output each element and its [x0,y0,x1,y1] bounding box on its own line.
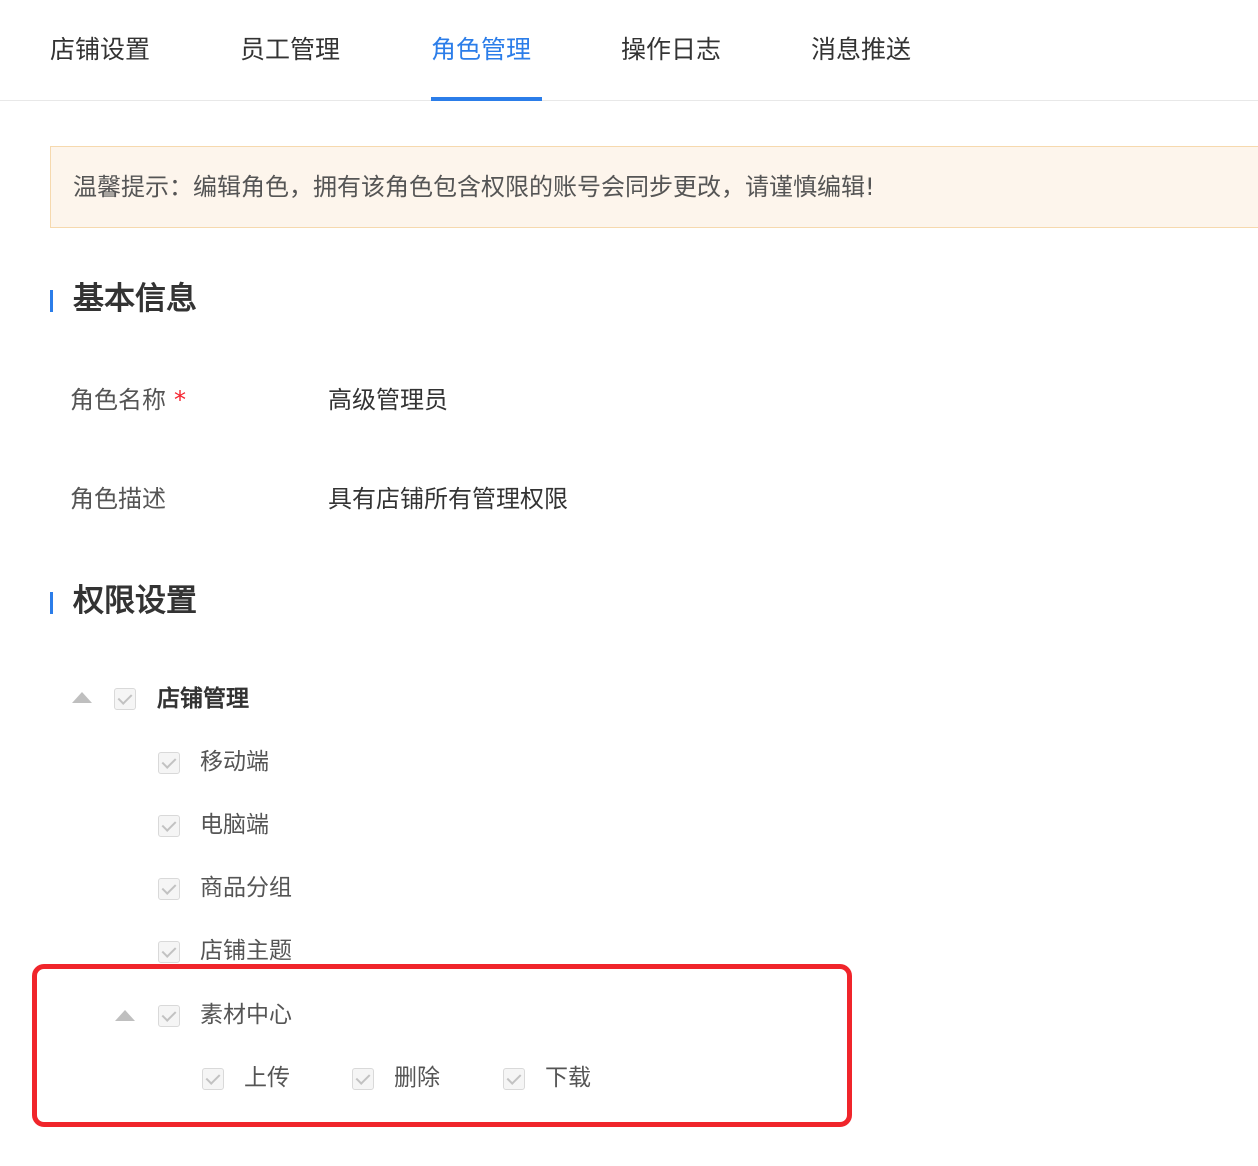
tab-operation-log[interactable]: 操作日志 [621,32,721,68]
tab-role-management[interactable]: 角色管理 [431,32,531,68]
checkbox-store-management[interactable] [114,688,136,710]
tab-bar: 店铺设置 员工管理 角色管理 操作日志 消息推送 [0,0,1258,101]
section-title-basic-info: 基本信息 [73,281,197,317]
tree-node-desktop: 电脑端 [200,812,269,838]
notice-text: 温馨提示：编辑角色，拥有该角色包含权限的账号会同步更改，请谨慎编辑! [73,173,875,201]
tree-node-store-theme: 店铺主题 [200,938,292,964]
role-desc-value: 具有店铺所有管理权限 [328,485,568,513]
tree-node-store-management: 店铺管理 [157,686,249,712]
checkbox-desktop[interactable] [158,815,180,837]
caret-up-icon[interactable] [72,692,92,703]
section-marker [50,290,53,312]
section-title-permissions: 权限设置 [73,583,197,619]
checkbox-product-groups[interactable] [158,878,180,900]
section-marker [50,592,53,614]
checkbox-mobile[interactable] [158,752,180,774]
notice-banner: 温馨提示：编辑角色，拥有该角色包含权限的账号会同步更改，请谨慎编辑! [50,146,1258,228]
role-name-label-text: 角色名称 [70,386,166,414]
role-name-label: 角色名称 * [70,383,186,417]
highlight-box [32,964,852,1127]
checkbox-store-theme[interactable] [158,941,180,963]
tab-staff-management[interactable]: 员工管理 [240,32,340,68]
active-tab-indicator [431,97,542,101]
required-mark: * [174,386,186,414]
tree-node-product-groups: 商品分组 [200,875,292,901]
tree-node-mobile: 移动端 [200,749,269,775]
role-name-value: 高级管理员 [328,386,448,414]
tab-store-settings[interactable]: 店铺设置 [50,32,150,68]
role-desc-label: 角色描述 [70,485,166,513]
tab-message-push[interactable]: 消息推送 [811,32,911,68]
